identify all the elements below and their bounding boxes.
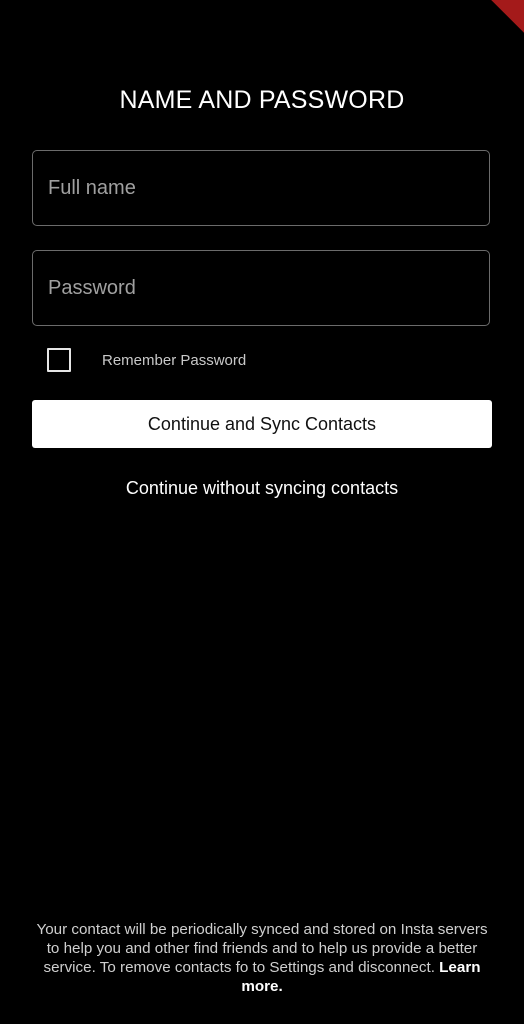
disclaimer-text: Your contact will be periodically synced… [36, 921, 488, 976]
full-name-input[interactable] [33, 151, 489, 225]
remember-password-row[interactable]: Remember Password [47, 347, 246, 373]
debug-banner [460, 0, 524, 47]
full-name-field[interactable] [32, 150, 490, 226]
page-title: NAME AND PASSWORD [119, 86, 405, 114]
remember-password-checkbox[interactable] [47, 348, 71, 372]
contacts-disclaimer: Your contact will be periodically synced… [30, 920, 494, 996]
continue-without-syncing-link[interactable]: Continue without syncing contacts [0, 478, 524, 499]
remember-password-label: Remember Password [102, 351, 247, 369]
continue-sync-contacts-button[interactable]: Continue and Sync Contacts [32, 400, 492, 448]
password-input[interactable] [33, 251, 489, 325]
password-field[interactable] [32, 250, 490, 326]
